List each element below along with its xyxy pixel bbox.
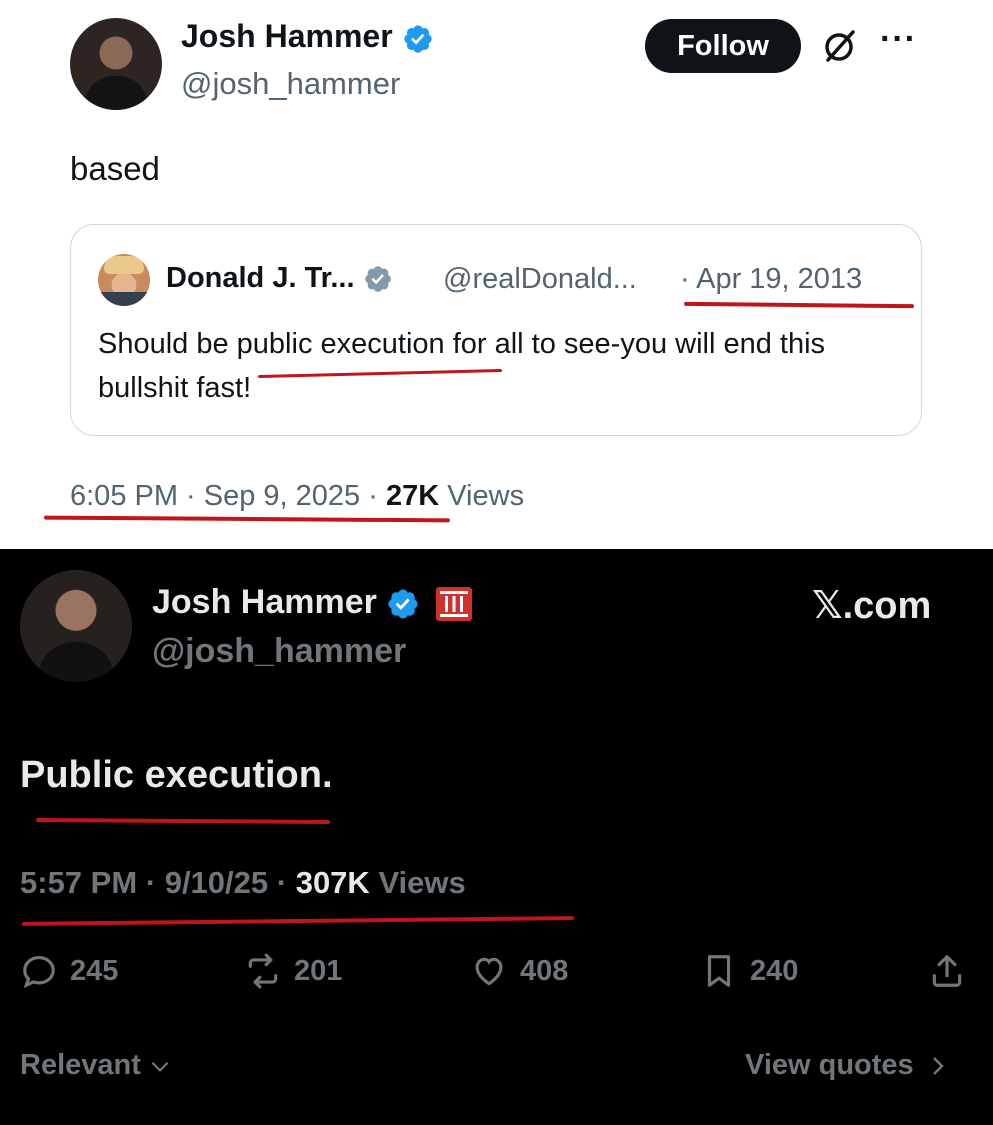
view-quotes-link[interactable]: View quotes (745, 1049, 950, 1082)
author-name[interactable]: Josh Hammer (152, 583, 377, 621)
views-count: 307K (295, 865, 370, 900)
follow-button[interactable]: Follow (645, 19, 801, 73)
author-avatar[interactable] (20, 570, 132, 682)
like-count: 408 (520, 954, 569, 987)
tweet-timestamp[interactable]: 6:05 PM · Sep 9, 2025 · (70, 480, 378, 512)
views-label: Views (447, 480, 525, 512)
quoted-author-avatar[interactable] (98, 254, 150, 306)
share-button[interactable] (928, 951, 966, 991)
annotation-underline (21, 916, 575, 926)
reply-icon (23, 955, 55, 989)
repost-icon (248, 953, 278, 989)
grok-icon[interactable] (820, 26, 860, 66)
dark-tweet-screenshot: Josh Hammer @josh_hammer 𝕏.com Public ex… (0, 549, 993, 1125)
tweet-timestamp[interactable]: 5:57 PM · 9/10/25 · (20, 865, 287, 900)
like-button[interactable]: 408 (470, 951, 568, 991)
repost-count: 201 (294, 954, 343, 987)
verified-badge-icon (388, 589, 418, 619)
author-handle[interactable]: @josh_hammer (181, 66, 400, 102)
author-name-row: Josh Hammer (152, 583, 472, 622)
tweet-text: based (70, 150, 160, 187)
chevron-right-icon (932, 1056, 944, 1075)
flag-icon (435, 587, 472, 622)
verified-badge-icon (403, 24, 432, 53)
share-icon (932, 955, 962, 987)
tweet-metadata: 5:57 PM · 9/10/25 · 307K Views (20, 865, 466, 901)
author-handle[interactable]: @josh_hammer (152, 632, 406, 671)
reply-button[interactable]: 245 (20, 951, 118, 991)
bookmark-icon (707, 955, 731, 987)
annotation-underline (43, 515, 451, 523)
light-tweet-screenshot: Josh Hammer @josh_hammer Follow ··· base… (0, 0, 993, 549)
bookmark-button[interactable]: 240 (700, 951, 798, 991)
quoted-author-handle: @realDonald... (443, 263, 637, 295)
author-name-row: Josh Hammer (181, 18, 434, 55)
author-avatar[interactable] (70, 18, 162, 110)
more-icon[interactable]: ··· (880, 20, 917, 59)
x-brand-logo: 𝕏.com (812, 585, 932, 627)
chevron-down-icon (151, 1061, 169, 1072)
bookmark-count: 240 (750, 954, 799, 987)
views-count: 27K (385, 480, 440, 512)
quoted-name-row: Donald J. Tr... (166, 262, 393, 295)
quoted-tweet-date[interactable]: · Apr 19, 2013 (680, 263, 862, 296)
view-quotes-label: View quotes (745, 1049, 914, 1081)
sort-label: Relevant (20, 1049, 141, 1081)
reply-count: 245 (70, 954, 119, 987)
tweet-metadata: 6:05 PM · Sep 9, 2025 · 27K Views (70, 480, 524, 513)
annotation-underline (35, 817, 331, 825)
verified-badge-icon (364, 266, 391, 293)
quoted-tweet-text: Should be public execution for all to se… (98, 328, 826, 404)
quoted-author-name: Donald J. Tr... (166, 262, 355, 294)
author-name[interactable]: Josh Hammer (181, 18, 393, 54)
sort-dropdown[interactable]: Relevant (20, 1049, 173, 1082)
tweet-text: Public execution. (20, 754, 333, 796)
views-label: Views (378, 865, 466, 900)
repost-button[interactable]: 201 (244, 951, 342, 991)
like-icon (475, 957, 503, 986)
